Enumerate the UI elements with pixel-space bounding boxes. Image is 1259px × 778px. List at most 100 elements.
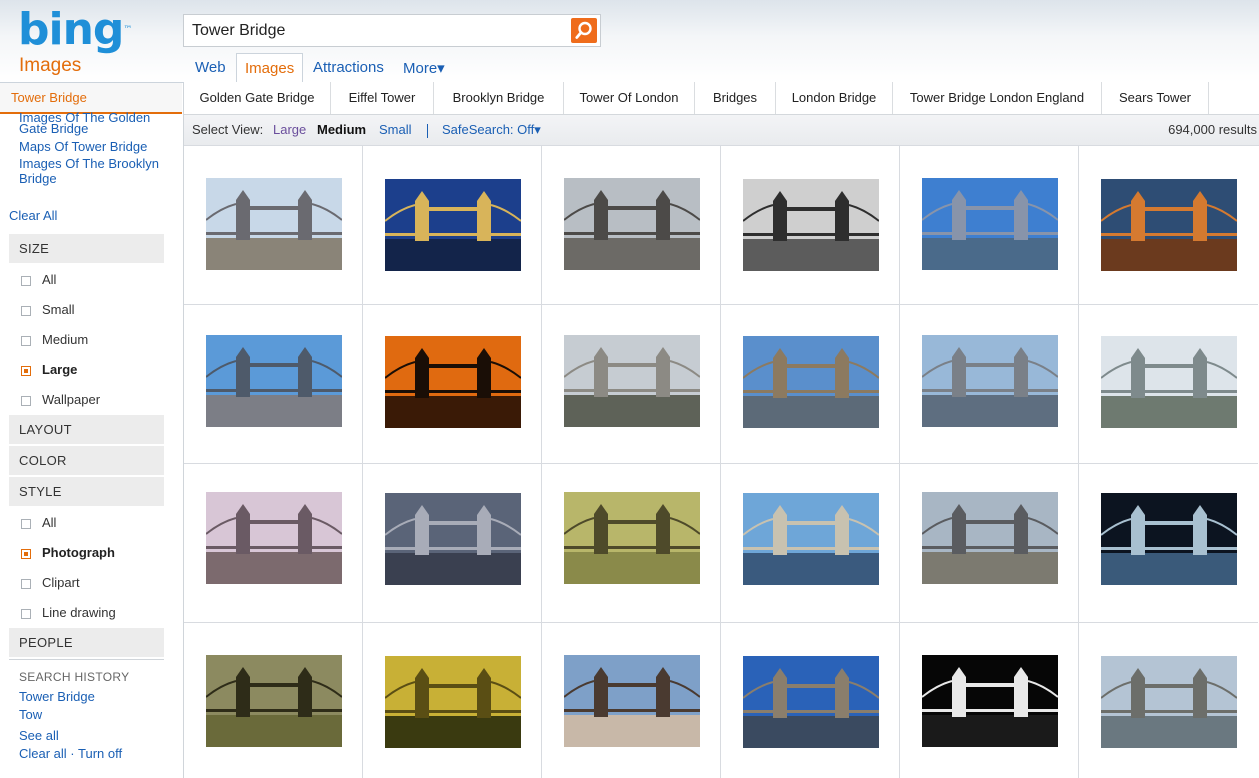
related-link[interactable]: Images Of The Brooklyn xyxy=(19,156,159,171)
image-thumbnail[interactable] xyxy=(564,492,700,584)
image-result-cell xyxy=(1079,623,1258,778)
checkbox[interactable] xyxy=(21,276,31,286)
image-thumbnail[interactable] xyxy=(385,336,521,428)
scope-images[interactable]: Images xyxy=(236,53,304,83)
image-result-cell xyxy=(900,464,1079,623)
facet-layout-header[interactable]: LAYOUT xyxy=(9,415,164,444)
tower-bridge-photo xyxy=(922,655,1058,747)
related-search-item[interactable]: Eiffel Tower xyxy=(331,82,434,114)
related-search-item[interactable]: Sears Tower xyxy=(1102,82,1209,114)
tower-bridge-photo xyxy=(206,335,342,427)
facet-color-header[interactable]: COLOR xyxy=(9,446,164,475)
image-thumbnail[interactable] xyxy=(922,178,1058,270)
bing-logo[interactable]: bing™ xyxy=(18,6,132,54)
related-search-item[interactable]: Brooklyn Bridge xyxy=(434,82,564,114)
tower-bridge-photo xyxy=(206,178,342,270)
search-button[interactable] xyxy=(571,18,597,43)
image-thumbnail[interactable] xyxy=(206,492,342,584)
image-thumbnail[interactable] xyxy=(564,335,700,427)
image-result-cell xyxy=(184,464,363,623)
search-box xyxy=(183,14,601,47)
image-thumbnail[interactable] xyxy=(385,493,521,585)
checkbox[interactable] xyxy=(21,336,31,346)
related-search-item[interactable]: Bridges xyxy=(695,82,776,114)
image-thumbnail[interactable] xyxy=(385,656,521,748)
checkbox-checked[interactable] xyxy=(21,366,31,376)
image-thumbnail[interactable] xyxy=(564,655,700,747)
vertical-title[interactable]: Images xyxy=(19,55,81,77)
checkbox-checked[interactable] xyxy=(21,549,31,559)
tower-bridge-photo xyxy=(743,493,879,585)
image-result-cell xyxy=(184,305,363,464)
image-thumbnail[interactable] xyxy=(743,179,879,271)
search-icon xyxy=(575,21,592,39)
safesearch-dropdown[interactable]: SafeSearch: Off▾ xyxy=(442,122,541,138)
image-thumbnail[interactable] xyxy=(743,493,879,585)
view-small-link[interactable]: Small xyxy=(379,122,412,137)
image-result-cell xyxy=(721,305,900,464)
image-thumbnail[interactable] xyxy=(743,656,879,748)
tower-bridge-photo xyxy=(922,492,1058,584)
image-thumbnail[interactable] xyxy=(922,492,1058,584)
checkbox[interactable] xyxy=(21,396,31,406)
image-thumbnail[interactable] xyxy=(206,655,342,747)
image-thumbnail[interactable] xyxy=(1101,179,1237,271)
image-thumbnail[interactable] xyxy=(1101,493,1237,585)
image-result-cell xyxy=(542,464,721,623)
related-search-item[interactable]: Golden Gate Bridge xyxy=(184,82,331,114)
tower-bridge-photo xyxy=(385,656,521,748)
tower-bridge-photo xyxy=(743,336,879,428)
image-result-cell xyxy=(1079,305,1258,464)
select-view-label: Select View: xyxy=(192,122,264,137)
related-link-list: Gate Bridge Maps Of Tower Bridge Images … xyxy=(19,121,159,186)
related-search-item[interactable]: Tower Bridge London England xyxy=(893,82,1102,114)
image-result-cell xyxy=(900,305,1079,464)
related-link[interactable]: Maps Of Tower Bridge xyxy=(19,138,159,156)
image-thumbnail[interactable] xyxy=(564,178,700,270)
checkbox[interactable] xyxy=(21,306,31,316)
facet-people-header[interactable]: PEOPLE xyxy=(9,628,164,657)
tower-bridge-photo xyxy=(1101,336,1237,428)
image-result-cell xyxy=(363,305,542,464)
image-thumbnail[interactable] xyxy=(922,335,1058,427)
checkbox[interactable] xyxy=(21,519,31,529)
clear-turn-off-history-link[interactable]: Clear all · Turn off xyxy=(19,746,122,761)
viewbar-separator xyxy=(427,124,428,138)
related-link[interactable]: Bridge xyxy=(19,171,159,186)
scope-attractions[interactable]: Attractions xyxy=(313,59,384,76)
image-result-cell xyxy=(1079,464,1258,623)
facet-size-header[interactable]: SIZE xyxy=(9,234,164,263)
bing-images-page: bing™ Images Web Images Attractions More… xyxy=(0,0,1259,778)
left-sidebar: Tower Bridge Images Of The Golden Gate B… xyxy=(0,83,184,778)
tower-bridge-photo xyxy=(922,178,1058,270)
option-label: Medium xyxy=(42,332,89,347)
logo-trademark: ™ xyxy=(123,25,132,35)
image-thumbnail[interactable] xyxy=(206,178,342,270)
scope-more[interactable]: More▾ xyxy=(403,59,445,77)
related-search-item[interactable]: London Bridge xyxy=(776,82,893,114)
history-link[interactable]: Tow xyxy=(19,707,42,722)
checkbox[interactable] xyxy=(21,579,31,589)
tower-bridge-photo xyxy=(206,492,342,584)
history-link[interactable]: Tower Bridge xyxy=(19,689,95,704)
scope-web[interactable]: Web xyxy=(195,59,226,76)
image-thumbnail[interactable] xyxy=(1101,656,1237,748)
image-result-cell xyxy=(900,146,1079,305)
tower-bridge-photo xyxy=(564,655,700,747)
image-thumbnail[interactable] xyxy=(922,655,1058,747)
view-large-link[interactable]: Large xyxy=(273,122,306,137)
image-result-cell xyxy=(542,623,721,778)
image-thumbnail[interactable] xyxy=(206,335,342,427)
image-thumbnail[interactable] xyxy=(385,179,521,271)
image-thumbnail[interactable] xyxy=(743,336,879,428)
facet-style-header[interactable]: STYLE xyxy=(9,477,164,506)
see-all-history-link[interactable]: See all xyxy=(19,728,59,743)
image-thumbnail[interactable] xyxy=(1101,336,1237,428)
checkbox[interactable] xyxy=(21,609,31,619)
related-link[interactable]: Gate Bridge xyxy=(19,121,159,136)
related-searches-bar: Golden Gate Bridge Eiffel Tower Brooklyn… xyxy=(184,82,1259,114)
related-search-item[interactable]: Tower Of London xyxy=(564,82,695,114)
search-input[interactable] xyxy=(192,19,562,43)
tower-bridge-photo xyxy=(1101,493,1237,585)
clear-all-link[interactable]: Clear All xyxy=(9,208,57,223)
